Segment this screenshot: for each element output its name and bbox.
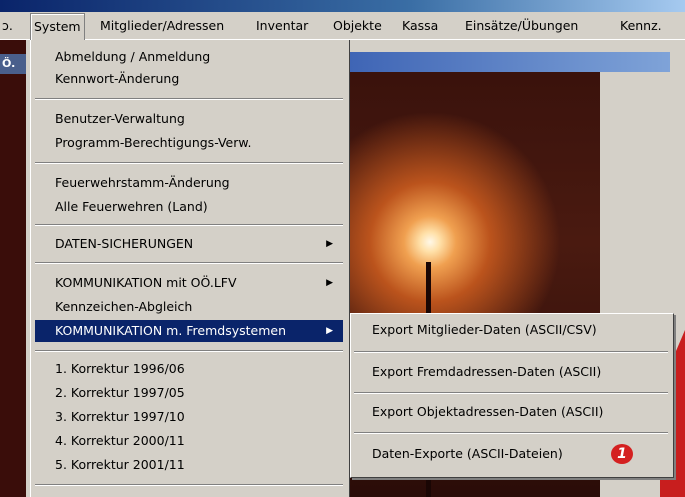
menu-item-korrektur-1996[interactable]: 1. Korrektur 1996/06 bbox=[35, 358, 343, 380]
menu-item-korrektur-2000[interactable]: 4. Korrektur 2000/11 bbox=[35, 430, 343, 452]
child-window-title-bar bbox=[350, 52, 670, 72]
menu-item-korrektur-2001[interactable]: 5. Korrektur 2001/11 bbox=[35, 454, 343, 476]
menu-separator bbox=[35, 224, 343, 226]
menu-item-programm-berechtigungs[interactable]: Programm-Berechtigungs-Verw. bbox=[35, 132, 343, 154]
menu-separator bbox=[354, 351, 668, 353]
background-window-caption: Ö. bbox=[0, 54, 26, 74]
menu-item-kennzeichen-abgleich[interactable]: Kennzeichen-Abgleich bbox=[35, 296, 343, 318]
menu-kennz[interactable]: Kennz. bbox=[620, 12, 662, 40]
menu-separator bbox=[35, 98, 343, 100]
menu-system[interactable]: System bbox=[30, 13, 85, 41]
menu-separator bbox=[354, 432, 668, 434]
submenu-item-export-mitglieder[interactable]: Export Mitglieder-Daten (ASCII/CSV) bbox=[354, 318, 668, 342]
menu-item-daten-sicherungen[interactable]: DATEN-SICHERUNGEN ▶ bbox=[35, 233, 343, 255]
menu-separator bbox=[35, 350, 343, 352]
export-submenu: Export Mitglieder-Daten (ASCII/CSV) Expo… bbox=[350, 313, 674, 478]
menu-separator bbox=[35, 484, 343, 486]
menu-item-abmeldung[interactable]: Abmeldung / Anmeldung bbox=[35, 46, 343, 68]
menu-item-alle-feuerwehren[interactable]: Alle Feuerwehren (Land) bbox=[35, 196, 343, 218]
menu-item-benutzer-verwaltung[interactable]: Benutzer-Verwaltung bbox=[35, 108, 343, 130]
menu-kassa[interactable]: Kassa bbox=[402, 12, 438, 40]
menu-objekte[interactable]: Objekte bbox=[333, 12, 382, 40]
submenu-item-daten-exporte[interactable]: Daten-Exporte (ASCII-Dateien) 1 bbox=[354, 442, 668, 466]
menu-item-label: KOMMUNIKATION m. Fremdsystemen bbox=[55, 323, 287, 338]
menu-item-label: DATEN-SICHERUNGEN bbox=[55, 236, 194, 251]
menu-item-kennwort[interactable]: Kennwort-Änderung bbox=[35, 68, 343, 90]
menu-item-feuerwehrstamm[interactable]: Feuerwehrstamm-Änderung bbox=[35, 172, 343, 194]
window-title-bar bbox=[0, 0, 685, 12]
menu-einsaetze-uebungen[interactable]: Einsätze/Übungen bbox=[465, 12, 578, 40]
menu-item-label: Daten-Exporte (ASCII-Dateien) bbox=[372, 446, 563, 461]
submenu-arrow-icon: ▶ bbox=[326, 326, 333, 336]
menu-mitglieder-adressen[interactable]: Mitglieder/Adressen bbox=[100, 12, 224, 40]
menu-bar: ɔ. System Mitglieder/Adressen Inventar O… bbox=[0, 12, 685, 41]
menu-item-label: KOMMUNIKATION mit OÖ.LFV bbox=[55, 275, 237, 290]
submenu-arrow-icon: ▶ bbox=[326, 278, 333, 288]
menu-separator bbox=[35, 162, 343, 164]
submenu-item-export-objektadressen[interactable]: Export Objektadressen-Daten (ASCII) bbox=[354, 400, 668, 424]
menu-inventar[interactable]: Inventar bbox=[256, 12, 308, 40]
menu-item-kommunikation-lfv[interactable]: KOMMUNIKATION mit OÖ.LFV ▶ bbox=[35, 272, 343, 294]
callout-number-badge: 1 bbox=[611, 444, 633, 464]
system-menu: Abmeldung / Anmeldung Kennwort-Änderung … bbox=[30, 40, 350, 497]
menu-item-korrektur-1997-10[interactable]: 3. Korrektur 1997/10 bbox=[35, 406, 343, 428]
menu-separator bbox=[35, 262, 343, 264]
background-window: Ö. bbox=[0, 40, 26, 497]
menu-item-kommunikation-fremdsysteme[interactable]: KOMMUNIKATION m. Fremdsystemen ▶ bbox=[35, 320, 343, 342]
menu-item-korrektur-1997-05[interactable]: 2. Korrektur 1997/05 bbox=[35, 382, 343, 404]
menu-separator bbox=[354, 392, 668, 394]
menu-item-fragment[interactable]: ɔ. bbox=[2, 12, 13, 40]
submenu-arrow-icon: ▶ bbox=[326, 239, 333, 249]
submenu-item-export-fremdadressen[interactable]: Export Fremdadressen-Daten (ASCII) bbox=[354, 360, 668, 384]
